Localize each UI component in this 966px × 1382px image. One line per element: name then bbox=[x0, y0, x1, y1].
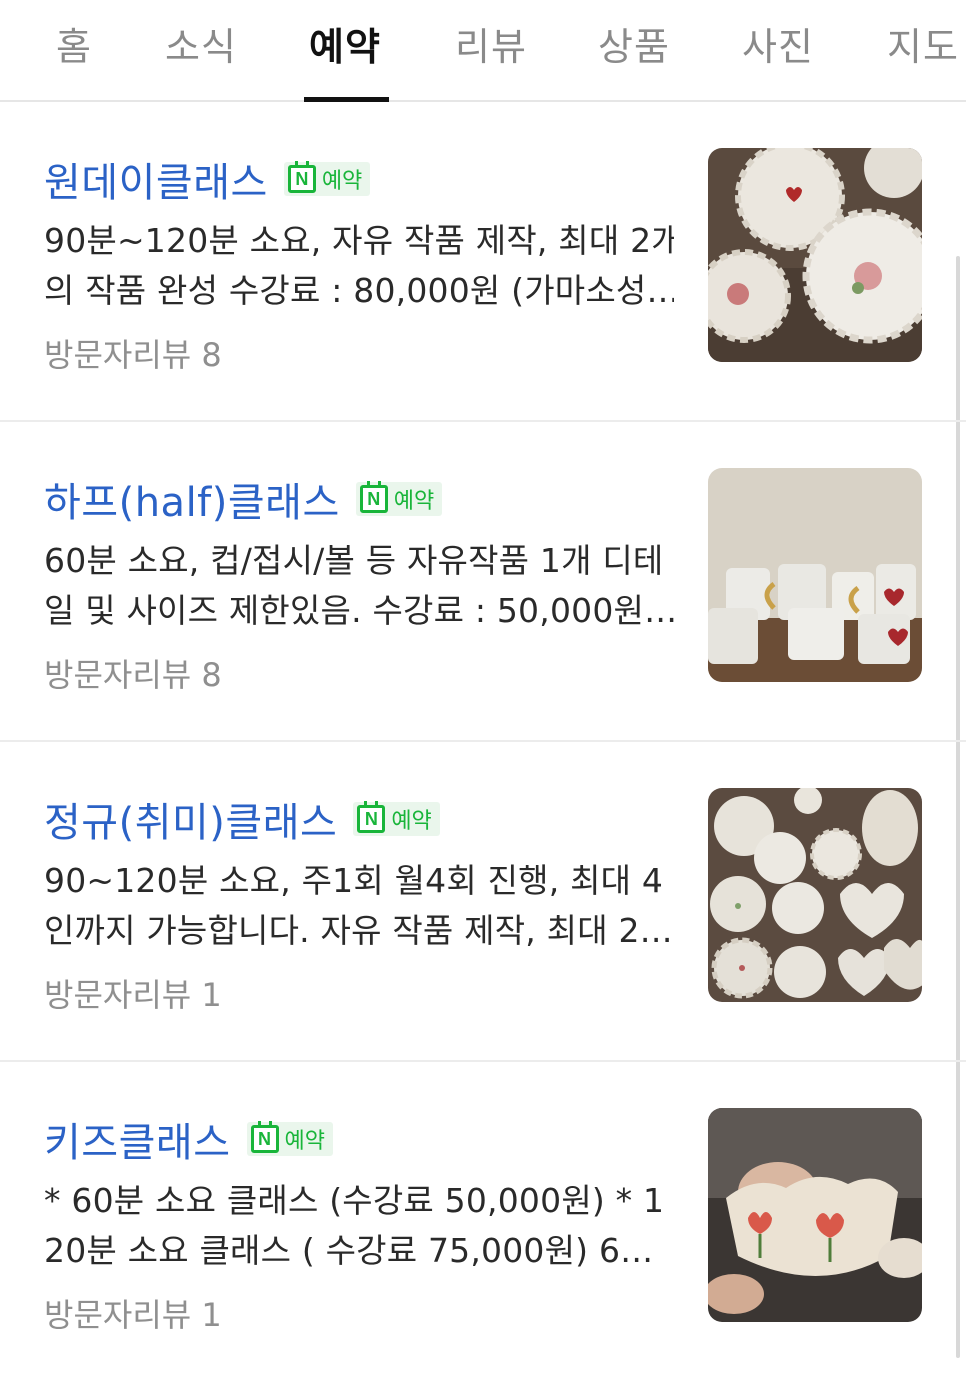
naver-calendar-icon: N bbox=[357, 801, 386, 833]
visitor-review-count[interactable]: 방문자리뷰 8 bbox=[44, 650, 222, 696]
description-line: 일 및 사이즈 제한있음. 수강료 : 50,000원… bbox=[44, 591, 674, 630]
tab-reviews[interactable]: 리뷰 bbox=[455, 16, 527, 69]
tab-bar: 홈 소식 예약 리뷰 상품 사진 지도 bbox=[0, 0, 966, 102]
tulip-ceramic-bowl-photo bbox=[708, 1108, 922, 1322]
booking-item[interactable]: 하프(half)클래스 N 예약 60분 소요, 컵/접시/볼 등 자유작품 1… bbox=[0, 422, 966, 742]
booking-badge: N 예약 bbox=[355, 481, 443, 516]
booking-item[interactable]: 원데이클래스 N 예약 90분~120분 소요, 자유 작품 제작, 최대 2개… bbox=[0, 102, 966, 422]
description-line: 인까지 가능합니다. 자유 작품 제작, 최대 2… bbox=[44, 911, 673, 950]
item-thumbnail[interactable] bbox=[708, 788, 922, 1002]
visitor-review-count[interactable]: 방문자리뷰 1 bbox=[44, 1290, 222, 1336]
tab-photos[interactable]: 사진 bbox=[742, 16, 814, 69]
item-description: 90분~120분 소요, 자유 작품 제작, 최대 2개 의 작품 완성 수강료… bbox=[44, 216, 674, 316]
description-line: 90분~120분 소요, 자유 작품 제작, 최대 2개 bbox=[44, 221, 674, 260]
description-line: * 60분 소요 클래스 (수강료 50,000원) * 1 bbox=[44, 1181, 665, 1220]
visitor-review-count[interactable]: 방문자리뷰 8 bbox=[44, 330, 222, 376]
description-line: 20분 소요 클래스 ( 수강료 75,000원) 6… bbox=[44, 1231, 654, 1270]
badge-label: 예약 bbox=[321, 169, 363, 194]
badge-label: 예약 bbox=[284, 1129, 325, 1154]
visitor-review-count[interactable]: 방문자리뷰 1 bbox=[44, 970, 222, 1016]
tab-map[interactable]: 지도 bbox=[887, 16, 959, 69]
item-description: * 60분 소요 클래스 (수강료 50,000원) * 1 20분 소요 클래… bbox=[44, 1176, 674, 1276]
assorted-ceramic-dishes-photo bbox=[708, 788, 922, 1002]
item-description: 90~120분 소요, 주1회 월4회 진행, 최대 4 인까지 가능합니다. … bbox=[44, 856, 674, 956]
description-line: 60분 소요, 컵/접시/볼 등 자유작품 1개 디테 bbox=[44, 541, 664, 580]
booking-badge: N 예약 bbox=[246, 1121, 333, 1156]
item-thumbnail[interactable] bbox=[708, 468, 922, 682]
booking-badge: N 예약 bbox=[353, 801, 440, 836]
description-line: 90~120분 소요, 주1회 월4회 진행, 최대 4 bbox=[44, 861, 664, 900]
badge-label: 예약 bbox=[393, 489, 435, 514]
naver-calendar-icon: N bbox=[287, 161, 316, 193]
booking-badge: N 예약 bbox=[283, 161, 371, 196]
booking-item[interactable]: 키즈클래스 N 예약 * 60분 소요 클래스 (수강료 50,000원) * … bbox=[0, 1062, 966, 1382]
item-title[interactable]: 키즈클래스 bbox=[44, 1110, 231, 1168]
item-description: 60분 소요, 컵/접시/볼 등 자유작품 1개 디테 일 및 사이즈 제한있음… bbox=[44, 536, 674, 636]
tab-news[interactable]: 소식 bbox=[165, 16, 237, 69]
ceramic-mugs-photo bbox=[708, 468, 922, 682]
tab-products[interactable]: 상품 bbox=[598, 16, 670, 69]
badge-label: 예약 bbox=[391, 809, 432, 834]
item-title[interactable]: 원데이클래스 bbox=[44, 150, 268, 208]
item-thumbnail[interactable] bbox=[708, 1108, 922, 1322]
naver-calendar-icon: N bbox=[359, 481, 388, 513]
item-title[interactable]: 정규(취미)클래스 bbox=[44, 790, 337, 848]
scalloped-ceramic-plates-photo bbox=[708, 148, 922, 362]
description-line: 의 작품 완성 수강료 : 80,000원 (가마소성… bbox=[44, 271, 674, 310]
item-thumbnail[interactable] bbox=[708, 148, 922, 362]
tab-booking[interactable]: 예약 bbox=[309, 16, 381, 69]
item-title[interactable]: 하프(half)클래스 bbox=[44, 470, 340, 528]
naver-calendar-icon: N bbox=[250, 1121, 279, 1153]
tab-home[interactable]: 홈 bbox=[56, 16, 92, 69]
booking-item[interactable]: 정규(취미)클래스 N 예약 90~120분 소요, 주1회 월4회 진행, 최… bbox=[0, 742, 966, 1062]
